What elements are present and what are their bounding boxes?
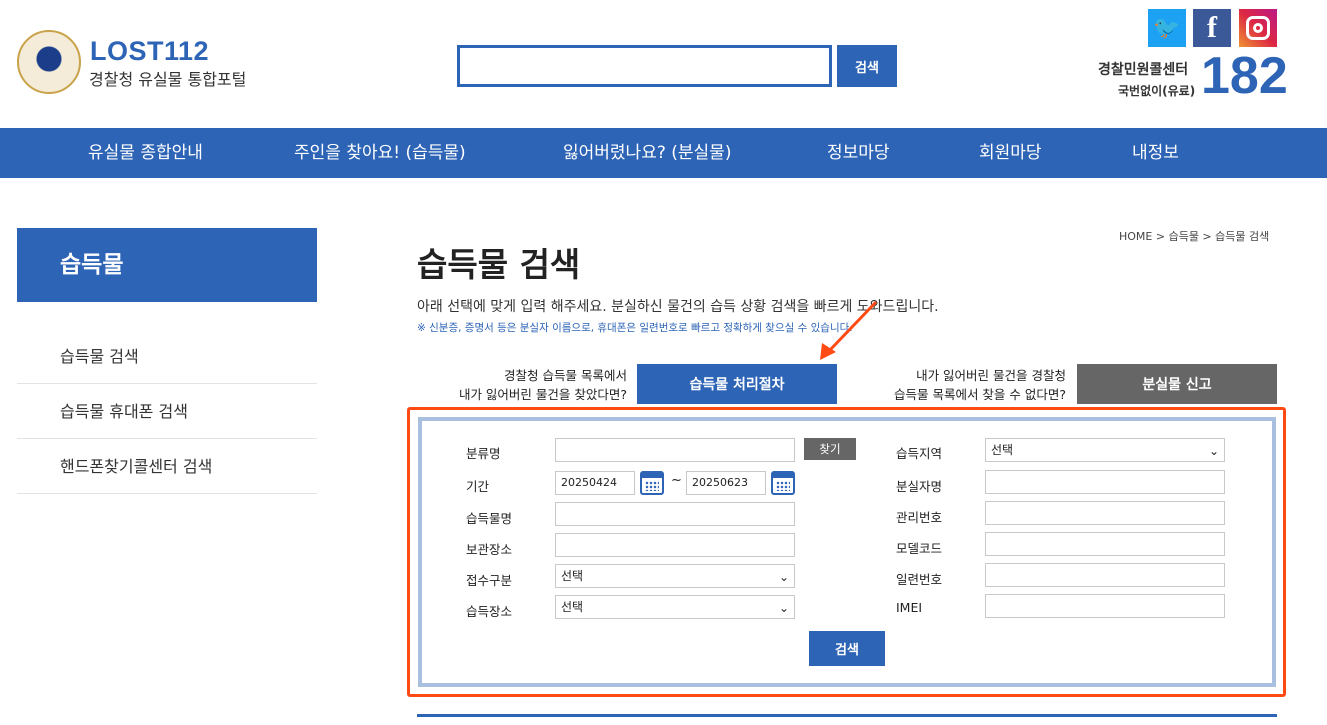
- instagram-icon[interactable]: [1239, 9, 1277, 47]
- section-divider: [417, 714, 1277, 717]
- manage-no-field[interactable]: [985, 501, 1225, 525]
- left-question-line2: 내가 잃어버린 물건을 찾았다면?: [458, 387, 627, 402]
- manage-no-label: 관리번호: [896, 510, 943, 525]
- period-label: 기간: [466, 479, 490, 494]
- date-from-field[interactable]: 20250424: [555, 471, 635, 495]
- imei-label: IMEI: [896, 600, 923, 615]
- right-question-line1: 내가 잃어버린 물건을 경찰청: [916, 368, 1066, 383]
- serial-no-field[interactable]: [985, 563, 1225, 587]
- search-button[interactable]: 검색: [837, 45, 897, 87]
- receipt-type-value: 선택: [561, 569, 584, 583]
- region-value: 선택: [991, 443, 1014, 457]
- logo-title[interactable]: LOST112: [90, 36, 209, 67]
- search-input[interactable]: [457, 45, 832, 87]
- owner-name-field[interactable]: [985, 470, 1225, 494]
- lost-report-button[interactable]: 분실물 신고: [1077, 364, 1277, 404]
- facebook-icon[interactable]: f: [1193, 9, 1231, 47]
- found-place-select[interactable]: 선택 ⌄: [555, 595, 795, 619]
- chevron-down-icon: ⌄: [1208, 444, 1219, 458]
- nav-item-myinfo[interactable]: 내정보: [1132, 128, 1179, 178]
- process-guide-button[interactable]: 습득물 처리절차: [637, 364, 837, 404]
- nav-item-lost[interactable]: 잃어버렸나요? (분실물): [563, 128, 731, 178]
- found-place-value: 선택: [561, 600, 584, 614]
- chevron-down-icon: ⌄: [778, 570, 789, 584]
- storage-field[interactable]: [555, 533, 795, 557]
- date-to-field[interactable]: 20250623: [686, 471, 766, 495]
- storage-label: 보관장소: [466, 542, 513, 557]
- calendar-icon[interactable]: [771, 471, 795, 495]
- found-place-label: 습득장소: [466, 604, 513, 619]
- call-center-sub: 국번없이(유료): [1118, 84, 1196, 98]
- logo-subtitle[interactable]: 경찰청 유실물 통합포털: [89, 66, 246, 90]
- submit-search-button[interactable]: 검색: [809, 631, 885, 666]
- call-center-number: 182: [1201, 47, 1288, 105]
- page-description: 아래 선택에 맞게 입력 해주세요. 분실하신 물건의 습득 상황 검색을 빠르…: [417, 299, 939, 315]
- nav-item-info[interactable]: 정보마당: [827, 128, 890, 178]
- police-emblem-icon[interactable]: [17, 30, 81, 94]
- item-name-label: 습득물명: [466, 511, 513, 526]
- twitter-icon[interactable]: 🐦: [1148, 9, 1186, 47]
- receipt-type-label: 접수구분: [466, 573, 513, 588]
- page-note: ※ 신분증, 증명서 등은 분실자 이름으로, 휴대폰은 일련번호로 빠르고 정…: [417, 322, 853, 334]
- sidebar-item-phone-search[interactable]: 습득물 휴대폰 검색: [17, 384, 317, 439]
- right-question: 내가 잃어버린 물건을 경찰청 습득물 목록에서 찾을 수 없다면?: [876, 366, 1066, 404]
- serial-no-label: 일련번호: [896, 572, 943, 587]
- find-category-button[interactable]: 찾기: [804, 438, 856, 460]
- model-code-field[interactable]: [985, 532, 1225, 556]
- period-separator: ~: [671, 473, 682, 488]
- receipt-type-select[interactable]: 선택 ⌄: [555, 564, 795, 588]
- category-field[interactable]: [555, 438, 795, 462]
- breadcrumb[interactable]: HOME > 습득물 > 습득물 검색: [1119, 228, 1269, 244]
- chevron-down-icon: ⌄: [778, 601, 789, 615]
- calendar-icon[interactable]: [640, 471, 664, 495]
- region-select[interactable]: 선택 ⌄: [985, 438, 1225, 462]
- main-nav: 유실물 종합안내 주인을 찾아요! (습득물) 잃어버렸나요? (분실물) 정보…: [0, 128, 1327, 178]
- sidebar-item-callcenter-search[interactable]: 핸드폰찾기콜센터 검색: [17, 439, 317, 494]
- annotation-arrow-head: [820, 343, 836, 360]
- nav-item-guide[interactable]: 유실물 종합안내: [88, 128, 203, 178]
- left-question: 경찰청 습득물 목록에서 내가 잃어버린 물건을 찾았다면?: [450, 366, 627, 404]
- sidebar-title: 습득물: [17, 228, 317, 302]
- left-question-line1: 경찰청 습득물 목록에서: [504, 368, 627, 383]
- page-title: 습득물 검색: [417, 245, 581, 284]
- call-center-label: 경찰민원콜센터: [1098, 62, 1189, 78]
- category-label: 분류명: [466, 446, 501, 461]
- model-code-label: 모델코드: [896, 541, 943, 556]
- nav-item-found[interactable]: 주인을 찾아요! (습득물): [294, 128, 466, 178]
- owner-name-label: 분실자명: [896, 479, 943, 494]
- right-question-line2: 습득물 목록에서 찾을 수 없다면?: [893, 387, 1066, 402]
- item-name-field[interactable]: [555, 502, 795, 526]
- nav-item-member[interactable]: 회원마당: [979, 128, 1042, 178]
- imei-field[interactable]: [985, 594, 1225, 618]
- site-header: LOST112 경찰청 유실물 통합포털 검색 🐦 f 경찰민원콜센터 국번없이…: [0, 0, 1327, 128]
- sidebar-item-found-search[interactable]: 습득물 검색: [17, 329, 317, 384]
- region-label: 습득지역: [896, 446, 943, 461]
